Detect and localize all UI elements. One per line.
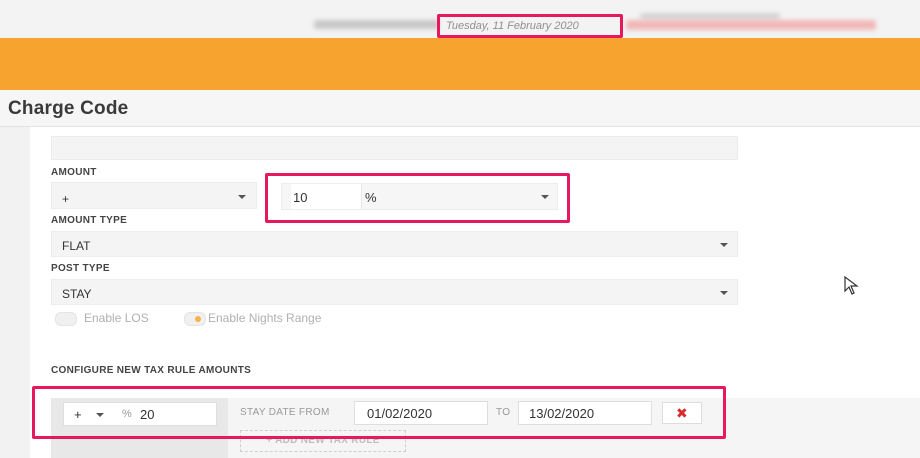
post-type-label: POST TYPE (51, 263, 110, 274)
enable-nights-toggle[interactable] (184, 312, 206, 326)
blurred-header-text (640, 13, 780, 20)
amount-label: AMOUNT (51, 167, 97, 178)
amount-sign-select[interactable]: + (51, 182, 257, 209)
tax-rule-highlight-box (32, 386, 726, 439)
toggle-knob (195, 316, 201, 322)
amount-type-value: FLAT (62, 239, 91, 253)
blurred-header-text (314, 20, 439, 29)
enable-los-toggle[interactable] (55, 312, 77, 326)
amount-highlight-box (265, 173, 570, 223)
chevron-down-icon (720, 291, 728, 295)
title-bar (0, 90, 920, 127)
amount-type-label: AMOUNT TYPE (51, 215, 128, 226)
code-input[interactable] (51, 136, 738, 160)
chevron-down-icon (238, 195, 246, 199)
blurred-header-text (626, 20, 876, 30)
mouse-pointer-icon (844, 275, 862, 301)
post-type-select[interactable]: STAY (51, 279, 738, 305)
amount-sign-value: + (62, 192, 70, 206)
date-highlight-box (437, 14, 623, 38)
enable-los-label: Enable LOS (84, 311, 149, 325)
enable-nights-label: Enable Nights Range (208, 311, 322, 325)
amount-type-select[interactable]: FLAT (51, 231, 738, 257)
page-title: Charge Code (8, 98, 129, 119)
post-type-value: STAY (62, 287, 92, 301)
tax-rule-section-label: CONFIGURE NEW TAX RULE AMOUNTS (51, 365, 252, 376)
left-gutter (0, 127, 30, 458)
brand-banner (0, 38, 920, 90)
chevron-down-icon (720, 243, 728, 247)
